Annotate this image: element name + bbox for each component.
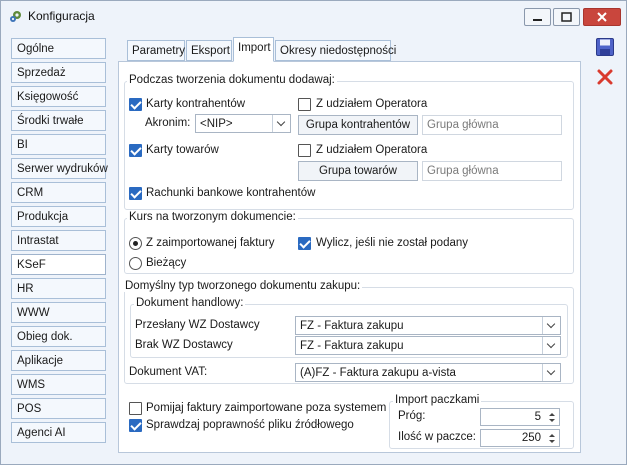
- sidebar-item-ogolne[interactable]: Ogólne: [11, 38, 106, 59]
- chevron-down-icon[interactable]: [542, 317, 560, 334]
- close-window-button[interactable]: [583, 8, 621, 26]
- sidebar-item-aplikacje[interactable]: Aplikacje: [11, 350, 106, 371]
- cancel-icon[interactable]: [595, 67, 615, 87]
- brak-wz-label: Brak WZ Dostawcy: [135, 339, 233, 351]
- sidebar-item-serwer-wydrukow[interactable]: Serwer wydruków: [11, 158, 108, 179]
- pomijaj-label: Pomijaj faktury zaimportowane poza syste…: [146, 402, 387, 414]
- prog-value: 5: [534, 411, 541, 423]
- sidebar-item-produkcja[interactable]: Produkcja: [11, 206, 106, 227]
- z-zaimportowanej-radio[interactable]: [129, 237, 142, 250]
- chevron-down-icon[interactable]: [542, 364, 560, 381]
- grupa-glowna-1-field: Grupa główna: [422, 115, 562, 135]
- pomijaj-checkbox[interactable]: [129, 402, 142, 415]
- sidebar-item-pos[interactable]: POS: [11, 398, 106, 419]
- spin-down-icon[interactable]: [546, 438, 558, 446]
- z-udzialem-operatora-2-checkbox[interactable]: [298, 144, 311, 157]
- tab-okresy-niedostepnosci[interactable]: Okresy niedostępności: [275, 40, 396, 61]
- przeslany-wz-combo[interactable]: FZ - Faktura zakupu: [295, 316, 561, 335]
- grupa-towarow-button[interactable]: Grupa towarów: [298, 161, 418, 181]
- tab-eksport[interactable]: Eksport: [186, 40, 232, 61]
- karty-kontrahentow-checkbox[interactable]: [129, 98, 142, 111]
- sidebar-item-intrastat[interactable]: Intrastat: [11, 230, 106, 251]
- akronim-combo[interactable]: <NIP>: [195, 114, 291, 133]
- rachunki-bankowe-checkbox[interactable]: [129, 187, 142, 200]
- sidebar-item-ksef[interactable]: KSeF: [11, 254, 106, 275]
- akronim-value: <NIP>: [200, 118, 233, 130]
- prog-spinner[interactable]: 5: [480, 408, 560, 426]
- z-udzialem-operatora-2-label: Z udziałem Operatora: [316, 144, 428, 156]
- sprawdzaj-checkbox[interactable]: [129, 419, 142, 432]
- window-title: Konfiguracja: [28, 9, 95, 23]
- sidebar-item-ksiegowosc[interactable]: Księgowość: [11, 86, 106, 107]
- maximize-button[interactable]: [553, 8, 580, 26]
- group-dodawaj-label: Podczas tworzenia dokumentu dodawaj:: [127, 74, 337, 86]
- tab-import[interactable]: Import: [233, 37, 274, 62]
- sidebar-item-srodki-trwale[interactable]: Środki trwałe: [11, 110, 106, 131]
- chevron-down-icon[interactable]: [542, 337, 560, 354]
- sidebar-item-wms[interactable]: WMS: [11, 374, 106, 395]
- chevron-down-icon[interactable]: [272, 115, 290, 132]
- ilosc-value: 250: [521, 432, 541, 444]
- minimize-button[interactable]: [524, 8, 551, 26]
- rachunki-bankowe-label: Rachunki bankowe kontrahentów: [146, 187, 316, 199]
- save-icon[interactable]: [595, 37, 615, 57]
- gear-app-icon: [10, 11, 21, 22]
- przeslany-wz-value: FZ - Faktura zakupu: [300, 320, 404, 332]
- config-window: Konfiguracja Ogólne Sprzedaż Księgowość …: [0, 0, 627, 465]
- import-paczkami-label: Import paczkami: [393, 394, 482, 406]
- ilosc-label: Ilość w paczce:: [398, 431, 476, 443]
- brak-wz-combo[interactable]: FZ - Faktura zakupu: [295, 336, 561, 355]
- group-kurs-label: Kurs na tworzonym dokumencie:: [127, 211, 298, 223]
- z-udzialem-operatora-1-label: Z udziałem Operatora: [316, 98, 428, 110]
- ilosc-spinner[interactable]: 250: [480, 429, 560, 447]
- grupa-glowna-2-field: Grupa główna: [422, 161, 562, 181]
- sidebar-item-hr[interactable]: HR: [11, 278, 106, 299]
- sidebar-item-www[interactable]: WWW: [11, 302, 106, 323]
- spin-down-icon[interactable]: [546, 417, 558, 425]
- prog-label: Próg:: [398, 410, 426, 422]
- z-udzialem-operatora-1-checkbox[interactable]: [298, 98, 311, 111]
- import-panel: Podczas tworzenia dokumentu dodawaj: Kar…: [118, 61, 581, 453]
- biezacy-label: Bieżący: [146, 257, 187, 269]
- dokument-vat-value: (A)FZ - Faktura zakupu a-vista: [300, 367, 456, 379]
- brak-wz-value: FZ - Faktura zakupu: [300, 340, 404, 352]
- sprawdzaj-label: Sprawdzaj poprawność pliku źródłowego: [146, 419, 354, 431]
- karty-kontrahentow-label: Karty kontrahentów: [146, 98, 246, 110]
- wylicz-checkbox[interactable]: [298, 237, 311, 250]
- przeslany-wz-label: Przesłany WZ Dostawcy: [135, 319, 260, 331]
- biezacy-radio[interactable]: [129, 257, 142, 270]
- z-zaimportowanej-label: Z zaimportowanej faktury: [146, 237, 275, 249]
- sidebar-item-bi[interactable]: BI: [11, 134, 106, 155]
- wylicz-label: Wylicz, jeśli nie został podany: [316, 237, 469, 249]
- sidebar-item-agenci-ai[interactable]: Agenci AI: [11, 422, 106, 443]
- tab-parametry[interactable]: Parametry: [127, 40, 185, 61]
- group-typ-dokumentu-label: Domyślny typ tworzonego dokumentu zakupu…: [123, 280, 363, 292]
- maximize-icon: [561, 12, 572, 22]
- dokument-vat-label: Dokument VAT:: [129, 366, 208, 378]
- karty-towarow-label: Karty towarów: [146, 144, 219, 156]
- title-bar: Konfiguracja: [1, 1, 626, 31]
- sidebar-item-crm[interactable]: CRM: [11, 182, 106, 203]
- dokument-handlowy-label: Dokument handlowy:: [134, 297, 246, 309]
- sidebar-item-sprzedaz[interactable]: Sprzedaż: [11, 62, 106, 83]
- close-icon: [597, 12, 607, 22]
- karty-towarow-checkbox[interactable]: [129, 144, 142, 157]
- grupa-kontrahentow-button[interactable]: Grupa kontrahentów: [298, 115, 418, 135]
- sidebar-item-obieg-dok[interactable]: Obieg dok.: [11, 326, 106, 347]
- minimize-icon: [533, 19, 542, 21]
- dokument-vat-combo[interactable]: (A)FZ - Faktura zakupu a-vista: [295, 363, 561, 382]
- akronim-label: Akronim:: [145, 117, 191, 129]
